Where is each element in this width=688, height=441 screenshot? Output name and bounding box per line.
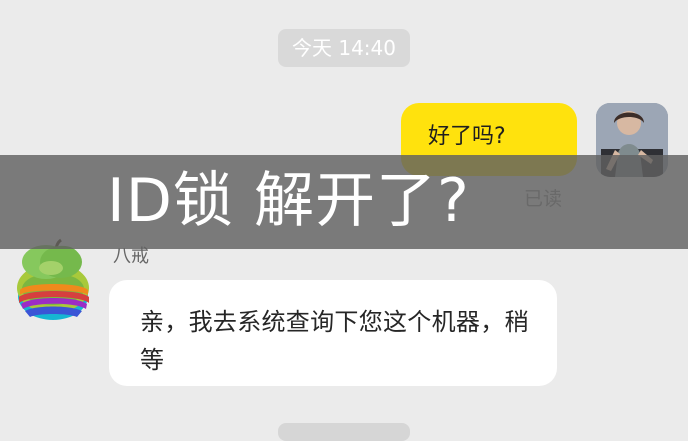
outgoing-message-text: 好了吗?: [428, 124, 506, 149]
bottom-timestamp-pill: [278, 423, 410, 441]
incoming-message-text: 亲，我去系统查询下您这个机器，稍等: [140, 308, 529, 375]
sender-name: 八戒: [113, 246, 149, 267]
chat-timestamp: 今天 14:40: [278, 29, 410, 67]
overlay-title: ID锁 解开了?: [107, 166, 470, 236]
assistant-avatar[interactable]: [13, 237, 99, 325]
apple-avatar-icon: [17, 238, 89, 320]
